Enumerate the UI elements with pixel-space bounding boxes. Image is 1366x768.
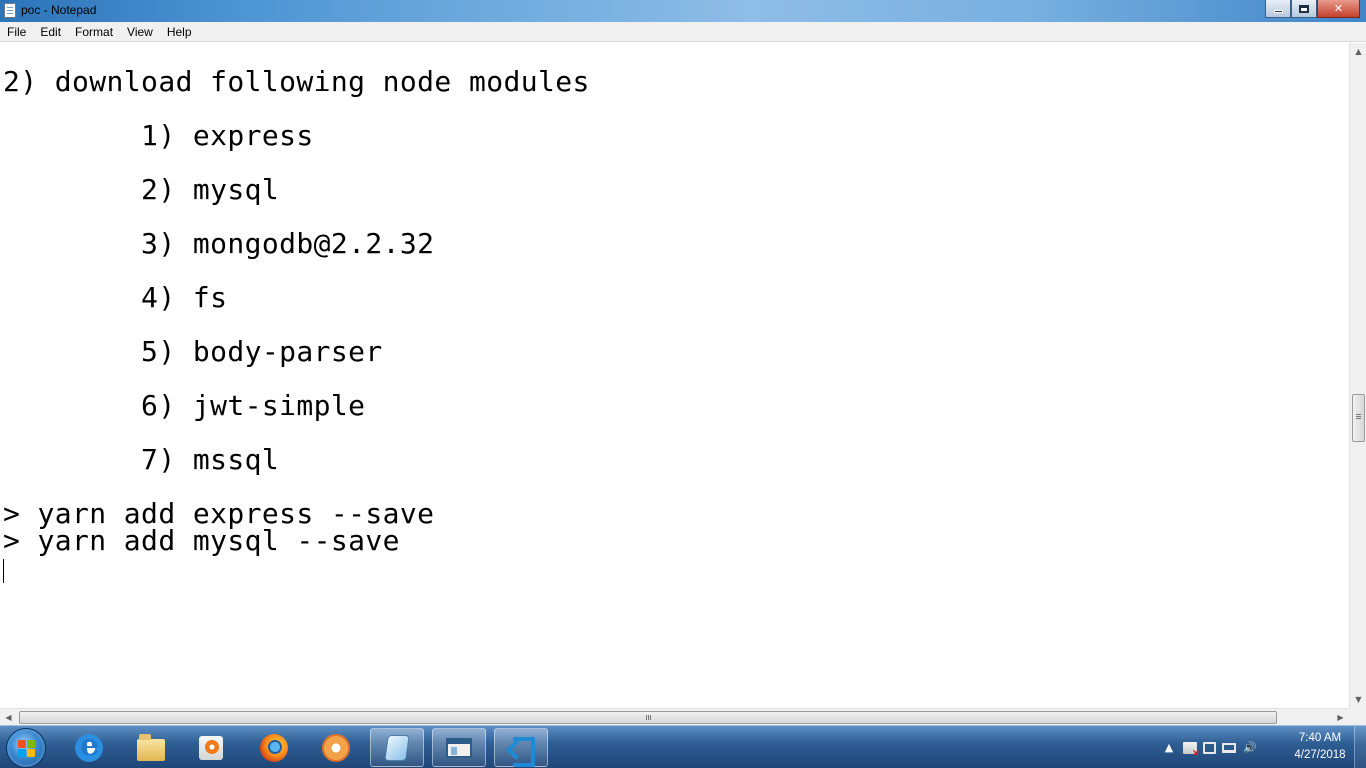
windows-logo-icon xyxy=(18,740,36,758)
action-center-flag-icon[interactable] xyxy=(1183,741,1200,759)
title-bar[interactable]: poc - Notepad ✕ xyxy=(0,0,1366,22)
menu-edit[interactable]: Edit xyxy=(33,22,68,42)
vertical-scroll-thumb[interactable] xyxy=(1352,394,1365,442)
text-line: 2) mysql xyxy=(3,173,280,206)
flower-app-icon xyxy=(322,733,350,762)
notepad-app-icon[interactable] xyxy=(4,3,16,18)
horizontal-scroll-thumb[interactable] xyxy=(19,711,1277,724)
show-hidden-icons-icon[interactable]: ▲ xyxy=(1161,740,1177,756)
menu-file[interactable]: File xyxy=(0,22,33,42)
scroll-left-arrow-icon[interactable]: ◀ xyxy=(0,709,17,726)
text-line: > yarn add mysql --save xyxy=(3,524,400,557)
notepad-icon xyxy=(384,734,410,761)
taskbar-file-explorer[interactable] xyxy=(124,728,178,767)
clock-date: 4/27/2018 xyxy=(1294,749,1346,761)
menu-view[interactable]: View xyxy=(120,22,160,42)
scroll-right-arrow-icon[interactable]: ▶ xyxy=(1332,709,1349,726)
taskbar-flower-app[interactable] xyxy=(309,728,363,767)
scroll-down-arrow-icon[interactable]: ▼ xyxy=(1350,691,1366,708)
minimize-icon xyxy=(1273,10,1283,13)
text-line: 5) body-parser xyxy=(3,335,383,368)
start-button[interactable] xyxy=(6,728,46,768)
menu-bar: File Edit Format View Help xyxy=(0,22,1366,42)
taskbar-window-app[interactable] xyxy=(432,728,486,767)
text-line: 7) mssql xyxy=(3,443,280,476)
taskbar-internet-explorer[interactable] xyxy=(62,728,116,767)
horizontal-scrollbar[interactable]: ◀ ▶ xyxy=(0,708,1349,725)
menu-format[interactable]: Format xyxy=(68,22,120,42)
volume-icon[interactable]: 🔊 xyxy=(1242,740,1258,756)
window-controls: ✕ xyxy=(1265,0,1360,18)
taskbar-notepad[interactable] xyxy=(370,728,424,767)
system-tray: ▲ 🔊 xyxy=(1158,726,1261,768)
taskbar-vscode[interactable] xyxy=(494,728,548,767)
window-app-icon xyxy=(446,737,472,758)
text-line: 1) express xyxy=(3,119,314,152)
minimize-button[interactable] xyxy=(1265,0,1291,18)
clock-time: 7:40 AM xyxy=(1298,732,1342,744)
scroll-up-arrow-icon[interactable]: ▲ xyxy=(1350,43,1366,60)
close-button[interactable]: ✕ xyxy=(1317,0,1360,18)
menu-help[interactable]: Help xyxy=(160,22,199,42)
devices-icon[interactable] xyxy=(1203,741,1216,754)
window-title: poc - Notepad xyxy=(21,3,97,17)
internet-explorer-icon xyxy=(75,728,103,763)
network-icon[interactable] xyxy=(1222,742,1236,753)
taskbar: ▲ 🔊 7:40 AM 4/27/2018 xyxy=(0,725,1366,768)
taskbar-firefox[interactable] xyxy=(247,728,301,767)
file-explorer-icon xyxy=(137,733,165,761)
restore-button[interactable] xyxy=(1291,0,1317,18)
system-clock[interactable]: 7:40 AM 4/27/2018 xyxy=(1280,730,1360,764)
text-editor-area[interactable]: 2) download following node modules 1) ex… xyxy=(0,43,1349,708)
text-line: 2) download following node modules xyxy=(3,65,590,98)
text-line: 3) mongodb@2.2.32 xyxy=(3,227,435,260)
media-player-icon xyxy=(199,735,223,760)
text-line: 4) fs xyxy=(3,281,228,314)
size-grip[interactable] xyxy=(1349,708,1366,725)
text-caret xyxy=(3,559,4,583)
vscode-icon xyxy=(507,734,535,767)
taskbar-media-player[interactable] xyxy=(184,728,238,767)
vertical-scrollbar[interactable]: ▲ ▼ xyxy=(1349,43,1366,708)
show-desktop-button[interactable] xyxy=(1354,726,1366,768)
text-line: 6) jwt-simple xyxy=(3,389,366,422)
firefox-icon xyxy=(260,733,288,762)
restore-icon xyxy=(1299,4,1309,13)
